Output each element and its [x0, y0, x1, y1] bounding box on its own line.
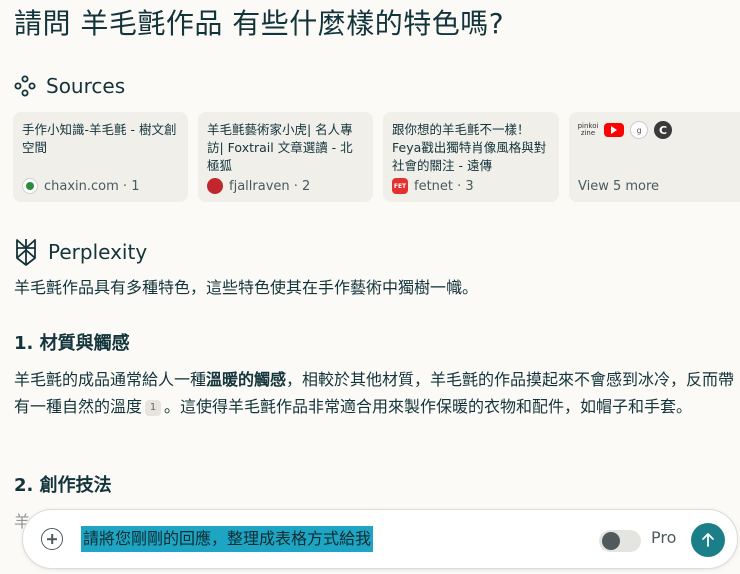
source-site: fjallraven · 2: [229, 178, 311, 194]
thread-page: 請問 羊毛氈作品 有些什麼樣的特色嗎? Sources 手作小知識-羊毛氈 - …: [0, 0, 740, 574]
view-more-label: View 5 more: [578, 179, 660, 194]
paragraph-bold: 溫暖的觸感: [206, 370, 287, 389]
sources-label: Sources: [46, 74, 126, 98]
pro-label: Pro: [651, 528, 677, 547]
source-meta: FET fetnet · 3: [392, 178, 550, 194]
source-site: fetnet · 3: [414, 178, 474, 194]
source-card-3[interactable]: 跟你想的羊毛氈不一樣！Feya戳出獨特肖像風格與對社會的關注 - 遠傳 FET …: [383, 112, 559, 202]
g-icon: g: [630, 121, 648, 139]
source-card-1[interactable]: 手作小知識-羊毛氈 - 樹文創空間 chaxin.com · 1: [13, 112, 188, 202]
section-heading-1: 1. 材質與觸感: [14, 333, 130, 354]
source-meta: fjallraven · 2: [207, 178, 364, 194]
source-title: 羊毛氈藝術家小虎| 名人專訪| Foxtrail 文章選讀 - 北極狐: [207, 122, 353, 173]
answer-intro: 羊毛氈作品具有多種特色，這些特色使其在手作藝術中獨樹一幟。: [14, 278, 479, 297]
arrow-up-icon: [702, 533, 714, 547]
send-button[interactable]: [691, 523, 725, 557]
toggle-knob: [602, 532, 620, 550]
citation-badge[interactable]: 1: [145, 400, 162, 416]
c-icon: C: [654, 121, 672, 139]
fjallraven-favicon: [207, 178, 223, 194]
view-more-sources-card[interactable]: pinkoi zine g C View 5 more: [569, 112, 740, 202]
source-title: 跟你想的羊毛氈不一樣！Feya戳出獨特肖像風格與對社會的關注 - 遠傳: [392, 122, 547, 173]
more-sources-icons: pinkoi zine g C: [578, 121, 740, 139]
pinkoi-zine-icon: pinkoi zine: [577, 121, 599, 139]
attach-plus-icon[interactable]: [41, 528, 63, 550]
sources-list: 手作小知識-羊毛氈 - 樹文創空間 chaxin.com · 1 羊毛氈藝術家小…: [13, 112, 740, 202]
fetnet-favicon: FET: [392, 178, 408, 194]
follow-up-composer: 請將您剛剛的回應，整理成表格方式給我 Pro: [22, 509, 738, 569]
answer-label: Perplexity: [48, 240, 148, 264]
paragraph-text: 。這使得羊毛氈作品非常適合用來製作保暖的衣物和配件，如帽子和手套。: [164, 397, 693, 416]
source-site: chaxin.com · 1: [44, 178, 140, 194]
paragraph-text: 羊毛氈的成品通常給人一種: [14, 370, 207, 389]
chaxin-favicon: [22, 178, 38, 194]
follow-up-input[interactable]: 請將您剛剛的回應，整理成表格方式給我: [81, 526, 374, 552]
source-meta: chaxin.com · 1: [22, 178, 179, 194]
source-title: 手作小知識-羊毛氈 - 樹文創空間: [22, 122, 177, 155]
source-card-2[interactable]: 羊毛氈藝術家小虎| 名人專訪| Foxtrail 文章選讀 - 北極狐 fjal…: [198, 112, 373, 202]
answer-header: Perplexity: [14, 238, 147, 266]
sources-icon: [14, 75, 36, 97]
question-title: 請問 羊毛氈作品 有些什麼樣的特色嗎?: [14, 7, 505, 40]
perplexity-logo-icon: [16, 239, 36, 266]
sources-header: Sources: [14, 74, 125, 98]
youtube-icon: [604, 123, 624, 137]
section-paragraph-1: 羊毛氈的成品通常給人一種溫暖的觸感，相較於其他材質，羊毛氈的作品摸起來不會感到冰…: [14, 366, 740, 420]
section-heading-2: 2. 創作技法: [14, 475, 112, 496]
pro-toggle[interactable]: [599, 530, 641, 552]
